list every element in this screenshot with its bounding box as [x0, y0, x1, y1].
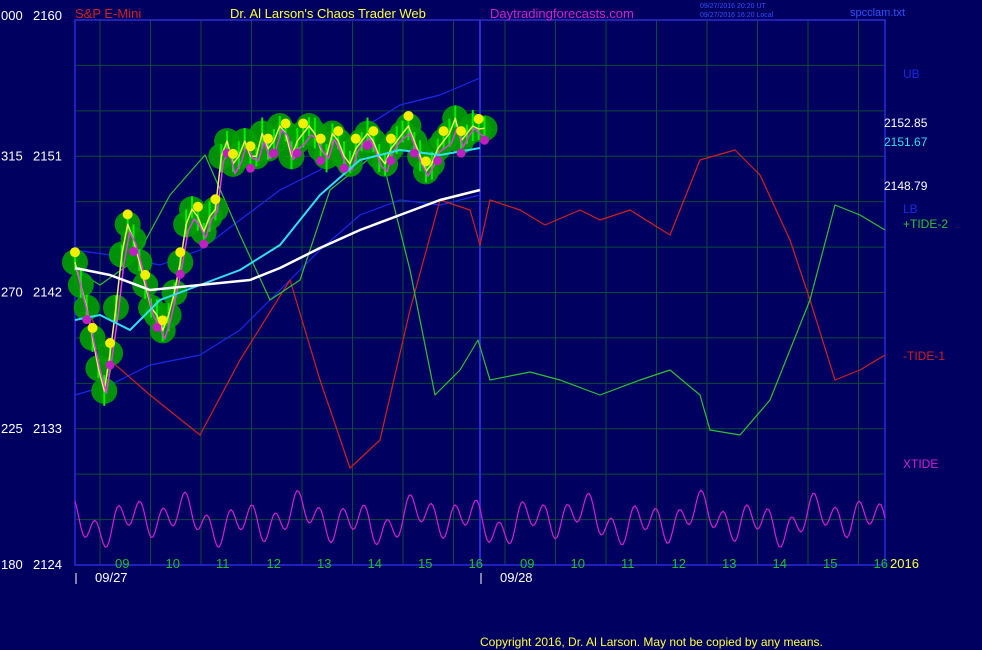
pivot-low-dot [105, 360, 115, 370]
pivot-high-dot [192, 201, 203, 212]
x-hour-label: 11 [621, 556, 635, 571]
pivot-high-dot [263, 133, 274, 144]
x-hour-label: 12 [672, 556, 686, 571]
y-tick-right: 2160 [33, 8, 62, 23]
pivot-low-dot [246, 163, 255, 173]
site-title: Dr. Al Larson's Chaos Trader Web [230, 6, 426, 21]
pivot-low-dot [480, 135, 489, 145]
y-tick-right: 2142 [33, 285, 62, 300]
pivot-low-dot [129, 247, 138, 257]
y-tick-right: 2151 [33, 148, 62, 163]
y-tick-left: 225 [1, 421, 23, 436]
x-hour-label: 10 [571, 556, 585, 571]
x-hour-label: 16 [469, 556, 483, 571]
x-hour-label: 09 [520, 556, 534, 571]
pivot-high-dot [122, 209, 133, 220]
indicator-label: UB [903, 67, 920, 81]
date-label: 09/27 [95, 570, 128, 585]
year-label: 2016 [890, 556, 919, 571]
pivot-high-dot [157, 315, 168, 326]
price-glow [62, 105, 498, 404]
copyright: Copyright 2016, Dr. Al Larson. May not b… [480, 635, 823, 649]
x-hour-label: 13 [722, 556, 736, 571]
pivot-high-dot [473, 114, 484, 124]
x-hour-label: 13 [317, 556, 331, 571]
instrument-label: S&P E-Mini [75, 6, 141, 21]
pivot-high-dot [333, 126, 344, 137]
price-level-label: 2148.79 [884, 179, 928, 193]
pivot-low-dot [339, 163, 349, 173]
timestamp-local: 09/27/2016 16:20 Local [700, 12, 774, 19]
pivot-high-dot [70, 247, 80, 258]
pivot-high-dot [210, 194, 221, 205]
pivot-low-dot [433, 156, 443, 166]
price-level-label: 2151.67 [884, 135, 928, 149]
pivot-low-dot [386, 156, 396, 166]
x-hour-label: 14 [773, 556, 787, 571]
pivot-high-dot [368, 126, 379, 137]
pivot-low-dot [456, 148, 466, 158]
pivot-high-dot [385, 133, 396, 144]
y-tick-right: 2124 [33, 557, 62, 572]
indicator-label: LB [903, 202, 918, 216]
pivot-low-dot [363, 141, 372, 151]
y-tick-left: 315 [1, 148, 23, 163]
pivot-high-dot [298, 118, 309, 129]
x-axis-labels: 09 10 11 12 13 14 15 16 09 10 11 12 13 14 15 16 09/27 09/… [95, 556, 919, 585]
y-tick-left: 000 [1, 8, 23, 23]
pivot-low-dot [175, 269, 185, 279]
y-tick-right: 2133 [33, 421, 62, 436]
pivot-high-dot [227, 148, 238, 159]
x-hour-label: 10 [166, 556, 180, 571]
pivot-low-dot [409, 148, 419, 158]
pivot-high-dot [140, 269, 151, 280]
x-hour-label: 16 [874, 556, 888, 571]
date-label: 09/28 [500, 570, 533, 585]
pivot-high-dot [280, 118, 291, 129]
indicator-label: -TIDE-1 [903, 349, 945, 363]
y-tick-left: 270 [1, 285, 23, 300]
indicator-label: XTIDE [903, 457, 938, 471]
pivot-low-dot [269, 148, 279, 158]
indicator-label: +TIDE-2 [903, 217, 948, 231]
pivot-high-dot [403, 110, 414, 121]
pivot-low-dot [82, 315, 92, 325]
y-axis-labels: 180 2124 225 2133 270 2142 315 2151 000 2160 [1, 8, 62, 572]
pivot-low-dot [316, 156, 326, 166]
pivot-high-dot [315, 133, 326, 144]
pivot-low-dot [292, 148, 302, 158]
price-level-labels: 2152.85 2151.67 2148.79 [884, 116, 928, 193]
pivot-high-dot [438, 126, 449, 137]
x-hour-label: 12 [267, 556, 281, 571]
pivot-high-dot [350, 133, 361, 144]
x-hour-label: 09 [115, 556, 129, 571]
site-url[interactable]: Daytradingforecasts.com [490, 6, 634, 21]
x-hour-label: 15 [418, 556, 432, 571]
pivot-high-dot [105, 338, 116, 349]
y-tick-left: 180 [1, 557, 23, 572]
pivot-high-dot [175, 247, 186, 258]
price-level-label: 2152.85 [884, 116, 928, 130]
axis-ticks [75, 573, 482, 584]
x-hour-label: 11 [216, 556, 230, 571]
x-hour-label: 15 [823, 556, 837, 571]
x-hour-label: 14 [368, 556, 382, 571]
pivot-high-dot [87, 322, 98, 333]
pivot-low-dot [199, 239, 209, 249]
pivot-high-dot [421, 156, 431, 167]
pivot-high-dot [456, 126, 467, 137]
chart-file-label: spcclam.txt [850, 7, 905, 19]
chart-canvas: S&P E-Mini Dr. Al Larson's Chaos Trader … [1, 3, 948, 649]
timestamp-ut: 09/27/2016 20:20 UT [700, 3, 766, 10]
pivot-high-dot [245, 141, 256, 152]
